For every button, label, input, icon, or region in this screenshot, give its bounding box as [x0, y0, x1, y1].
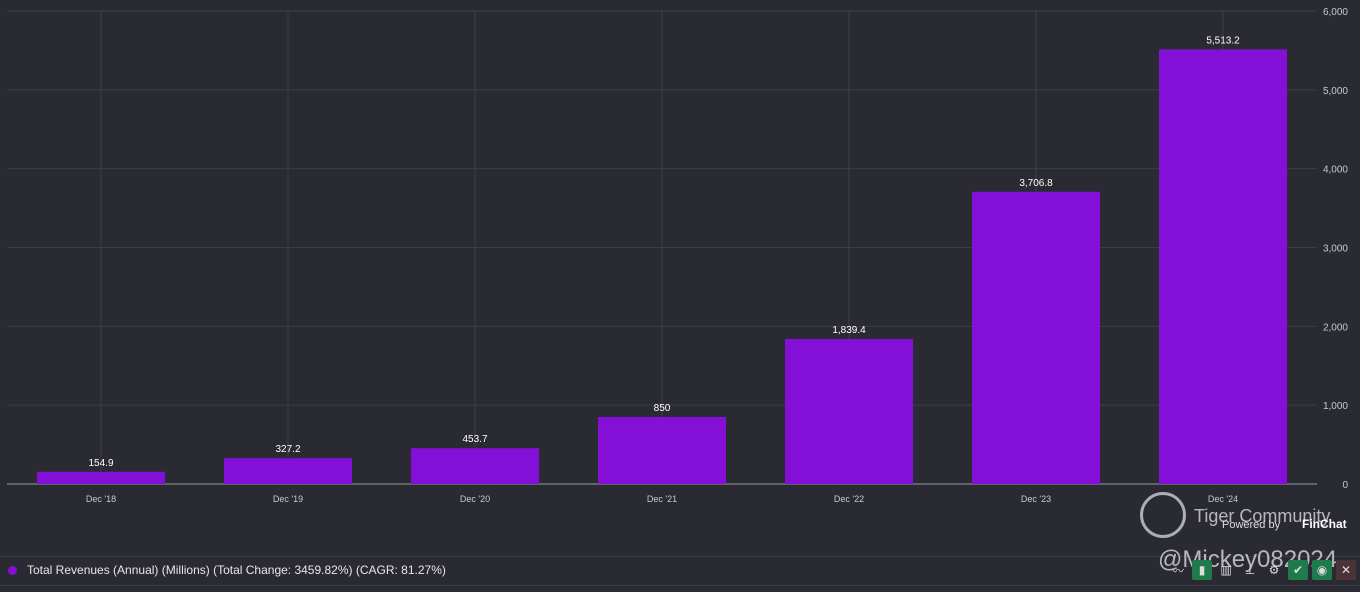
y-tick-label: 2,000: [1323, 322, 1348, 333]
x-tick-label: Dec '21: [647, 494, 677, 504]
stacked-bar-icon[interactable]: ▥: [1216, 560, 1236, 580]
y-tick-label: 3,000: [1323, 244, 1348, 255]
x-tick-label: Dec '22: [834, 494, 864, 504]
divider: [0, 585, 1360, 586]
data-label: 453.7: [462, 434, 487, 445]
x-tick-label: Dec '19: [273, 494, 303, 504]
data-label: 154.9: [88, 458, 113, 469]
bar-chart: 0 1,000 2,000 3,000 4,000 5,000 6,000 154.9 Dec …: [7, 7, 1348, 504]
eye-icon[interactable]: ◉: [1312, 560, 1332, 580]
y-tick-label: 1,000: [1323, 401, 1348, 412]
bar: [972, 191, 1100, 485]
tiger-logo-icon: [1140, 492, 1186, 538]
y-tick-label: 6,000: [1323, 7, 1348, 18]
data-label: 3,706.8: [1019, 178, 1053, 189]
finchat-logo: FinChat: [1302, 517, 1347, 531]
y-tick-label: 5,000: [1323, 86, 1348, 97]
divider: [0, 556, 1360, 557]
y-tick-label: 4,000: [1323, 165, 1348, 176]
legend-item[interactable]: Total Revenues (Annual) (Millions) (Tota…: [8, 563, 446, 577]
x-tick-label: Dec '23: [1021, 494, 1051, 504]
bar: [224, 458, 352, 484]
bar: [1159, 49, 1287, 484]
bar: [785, 338, 913, 484]
close-icon[interactable]: ✕: [1336, 560, 1356, 580]
line-chart-icon[interactable]: 〰: [1168, 560, 1188, 580]
bar: [37, 471, 165, 484]
data-label: 327.2: [275, 444, 300, 455]
data-label: 1,839.4: [832, 325, 866, 336]
data-label: 5,513.2: [1206, 35, 1240, 46]
legend-label: Total Revenues (Annual) (Millions) (Tota…: [27, 563, 446, 577]
gear-icon[interactable]: ⚙: [1264, 560, 1284, 580]
data-label-icon[interactable]: ⊥: [1240, 560, 1260, 580]
x-tick-label: Dec '24: [1208, 494, 1238, 504]
x-tick-label: Dec '18: [86, 494, 116, 504]
bar: [411, 448, 539, 484]
legend-dot-icon: [8, 565, 17, 575]
check-icon[interactable]: ✔: [1288, 560, 1308, 580]
chart-toolbar: 〰 ▮ ▥ ⊥ ⚙ ✔ ◉ ✕: [1168, 560, 1356, 580]
data-label: 850: [654, 403, 671, 414]
powered-by: Powered by: [1222, 519, 1281, 531]
bar: [598, 416, 726, 484]
bar-chart-icon[interactable]: ▮: [1192, 560, 1212, 580]
y-tick-label: 0: [1342, 480, 1348, 491]
x-tick-label: Dec '20: [460, 494, 490, 504]
